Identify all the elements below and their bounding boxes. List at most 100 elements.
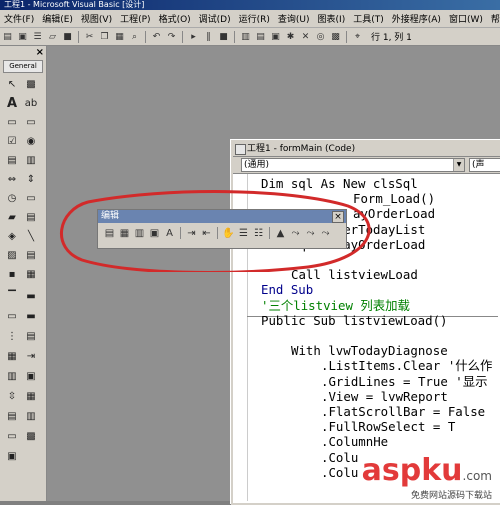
object-combo[interactable]: (通用) ▼ [241, 158, 465, 172]
end-icon[interactable]: ■ [217, 31, 230, 43]
combobox-tool-icon[interactable]: ▤ [5, 154, 19, 168]
line-tool-icon[interactable]: ╲ [24, 230, 38, 244]
edit-toolbar-titlebar[interactable]: 编辑 × [98, 210, 346, 223]
statusbar-tool-icon[interactable]: ▭ [5, 310, 19, 324]
picture-box-tool-icon[interactable]: ▩ [24, 78, 38, 92]
menu-editor-icon[interactable]: ☰ [31, 31, 44, 43]
menu-diagram[interactable]: 图表(I) [314, 12, 350, 25]
chevron-down-icon[interactable]: ▼ [453, 159, 464, 171]
uncomment-block-icon[interactable]: ☷ [252, 227, 265, 239]
updown-tool-icon[interactable]: ⇳ [5, 390, 19, 404]
undo-icon[interactable]: ↶ [150, 31, 163, 43]
menu-addins[interactable]: 外接程序(A) [388, 12, 445, 25]
outdent-icon[interactable]: ⇤ [200, 227, 213, 239]
edit-toolbar-buttons: ▤ ▦ ▥ ▣ A ⇥ ⇤ ✋ ☰ ☷ ▲ ⤳ ⤳ ⤳ [98, 223, 346, 239]
animation-tool-icon[interactable]: ▣ [24, 370, 38, 384]
label-tool-icon[interactable]: A [5, 97, 19, 111]
menu-file[interactable]: 文件(F) [0, 12, 38, 25]
image-tool-icon[interactable]: ▨ [5, 249, 19, 263]
save-icon[interactable]: ■ [61, 31, 74, 43]
menu-view[interactable]: 视图(V) [77, 12, 116, 25]
break-icon[interactable]: ‖ [202, 31, 215, 43]
listbox-tool-icon[interactable]: ▥ [24, 154, 38, 168]
checkbox-tool-icon[interactable]: ☑ [5, 135, 19, 149]
menu-debug[interactable]: 调试(D) [195, 12, 235, 25]
indent-icon[interactable]: ⇥ [185, 227, 198, 239]
find-icon[interactable]: ⌕ [128, 31, 141, 43]
progressbar-tool-icon[interactable]: ▬ [24, 310, 38, 324]
toolbar-separator [346, 30, 347, 43]
complete-word-icon[interactable]: A [163, 227, 176, 239]
code-line: With lvwTodayDiagnose [291, 343, 448, 359]
edit-toolbar-close-icon[interactable]: × [332, 211, 344, 223]
add-form-icon[interactable]: ▣ [16, 31, 29, 43]
procedure-combo[interactable]: (声 [469, 158, 500, 172]
toolbox-tab-general[interactable]: General [3, 60, 43, 73]
code-line: Dim sql As New clsSql [261, 176, 418, 191]
toggle-bookmark-icon[interactable]: ▲ [274, 227, 287, 239]
file-listbox-tool-icon[interactable]: ▤ [24, 211, 38, 225]
clear-bookmarks-icon[interactable]: ⤳ [319, 227, 332, 239]
option-button-tool-icon[interactable]: ◉ [24, 135, 38, 149]
previous-bookmark-icon[interactable]: ⤳ [304, 227, 317, 239]
start-icon[interactable]: ▸ [187, 31, 200, 43]
slider-tool-icon[interactable]: ⇥ [24, 350, 38, 364]
drive-listbox-tool-icon[interactable]: ▭ [24, 192, 38, 206]
pointer-tool-icon[interactable]: ↖ [5, 78, 19, 92]
redo-icon[interactable]: ↷ [165, 31, 178, 43]
imagelist-tool-icon[interactable]: ▦ [5, 350, 19, 364]
paste-icon[interactable]: ▦ [113, 31, 126, 43]
shape-tool-icon[interactable]: ◈ [5, 230, 19, 244]
object-browser-icon[interactable]: ✱ [284, 31, 297, 43]
quick-info-icon[interactable]: ▥ [133, 227, 146, 239]
menu-project[interactable]: 工程(P) [116, 12, 154, 25]
next-bookmark-icon[interactable]: ⤳ [289, 227, 302, 239]
command-button-tool-icon[interactable]: ▭ [24, 116, 38, 130]
datagrid-tool-icon[interactable]: ▦ [24, 268, 38, 282]
listview-tool-icon[interactable]: ▤ [24, 330, 38, 344]
textbox-tool-icon[interactable]: ab [24, 97, 38, 111]
open-icon[interactable]: ▱ [46, 31, 59, 43]
dir-listbox-tool-icon[interactable]: ▰ [5, 211, 19, 225]
list-properties-icon[interactable]: ▤ [103, 227, 116, 239]
menu-tools[interactable]: 工具(T) [349, 12, 388, 25]
menu-run[interactable]: 运行(R) [235, 12, 274, 25]
flatscrollbar-tool-icon[interactable]: ▥ [24, 410, 38, 424]
dtpicker-tool-icon[interactable]: ▤ [5, 410, 19, 424]
menu-edit[interactable]: 编辑(E) [38, 12, 77, 25]
toolbar-tool-icon[interactable]: ▬ [24, 290, 38, 304]
form-layout-icon[interactable]: ▣ [269, 31, 282, 43]
imagecombo-tool-icon[interactable]: ▥ [5, 370, 19, 384]
toolbox-icon[interactable]: ✕ [299, 31, 312, 43]
timer-tool-icon[interactable]: ◷ [5, 192, 19, 206]
toggle-breakpoint-icon[interactable]: ✋ [222, 227, 235, 239]
frame-tool-icon[interactable]: ▭ [5, 116, 19, 130]
copy-icon[interactable]: ❐ [98, 31, 111, 43]
toolbar-separator [269, 227, 270, 239]
properties-icon[interactable]: ▤ [254, 31, 267, 43]
data-tool-icon[interactable]: ▤ [24, 249, 38, 263]
hscrollbar-tool-icon[interactable]: ⇔ [5, 173, 19, 187]
toolbox-close-icon[interactable]: × [36, 47, 44, 58]
vscrollbar-tool-icon[interactable]: ⇕ [24, 173, 38, 187]
parameter-info-icon[interactable]: ▣ [148, 227, 161, 239]
winsock-tool-icon[interactable]: ▣ [5, 450, 19, 464]
richtext-tool-icon[interactable]: ▩ [24, 430, 38, 444]
menu-format[interactable]: 格式(O) [155, 12, 195, 25]
data-view-icon[interactable]: ◎ [314, 31, 327, 43]
menu-query[interactable]: 查询(U) [274, 12, 314, 25]
list-constants-icon[interactable]: ▦ [118, 227, 131, 239]
menu-help[interactable]: 帮助(H) [487, 12, 500, 25]
monthview-tool-icon[interactable]: ▦ [24, 390, 38, 404]
add-project-icon[interactable]: ▤ [1, 31, 14, 43]
tabstrip-tool-icon[interactable]: ▔ [5, 290, 19, 304]
ole-tool-icon[interactable]: ▪ [5, 268, 19, 282]
treeview-tool-icon[interactable]: ⋮ [5, 330, 19, 344]
project-explorer-icon[interactable]: ▥ [239, 31, 252, 43]
component-manager-icon[interactable]: ▩ [329, 31, 342, 43]
menu-window[interactable]: 窗口(W) [445, 12, 487, 25]
cut-icon[interactable]: ✂ [83, 31, 96, 43]
comment-block-icon[interactable]: ☰ [237, 227, 250, 239]
coolbar-tool-icon[interactable]: ▭ [5, 430, 19, 444]
code-window-titlebar[interactable]: 工程1 - formMain (Code) [233, 142, 500, 157]
